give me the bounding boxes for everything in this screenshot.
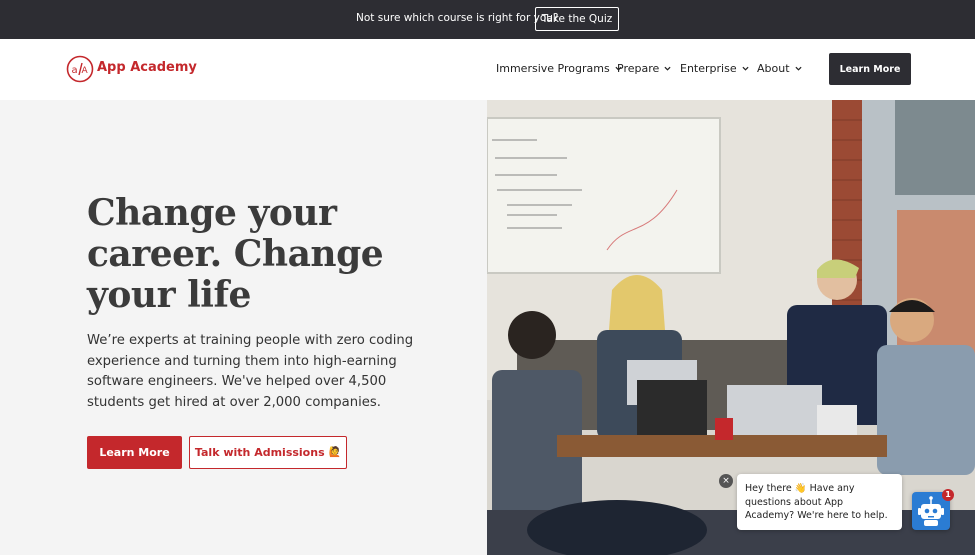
nav-enterprise[interactable]: Enterprise xyxy=(680,62,749,75)
chat-message-bubble[interactable]: Hey there 👋 Have any questions about App… xyxy=(737,474,902,530)
nav-prepare[interactable]: Prepare xyxy=(617,62,671,75)
svg-text:A: A xyxy=(82,66,89,76)
hero-headline: Change your career. Change your life xyxy=(87,192,384,316)
nav-item-label: About xyxy=(757,62,790,75)
nav-immersive-programs[interactable]: Immersive Programs xyxy=(496,62,622,75)
main-nav: a A App Academy Immersive Programs Prepa… xyxy=(0,39,975,100)
nav-about[interactable]: About xyxy=(757,62,802,75)
svg-text:a: a xyxy=(72,65,78,76)
hero-section xyxy=(0,100,487,555)
nav-item-label: Enterprise xyxy=(680,62,737,75)
learn-more-button[interactable]: Learn More xyxy=(87,436,182,469)
nav-item-label: Prepare xyxy=(617,62,660,75)
hero-subtext: We’re experts at training people with ze… xyxy=(87,333,414,410)
logo-icon[interactable]: a A xyxy=(66,55,94,83)
announcement-bar: Not sure which course is right for you? … xyxy=(0,0,975,39)
logo-text[interactable]: App Academy xyxy=(97,60,197,75)
raising-hand-icon: 🙋 xyxy=(328,447,342,458)
talk-with-admissions-label: Talk with Admissions xyxy=(194,446,325,459)
chevron-down-icon xyxy=(664,66,671,71)
notification-badge: 1 xyxy=(942,489,954,501)
close-icon[interactable]: × xyxy=(719,474,733,488)
talk-with-admissions-button[interactable]: Talk with Admissions 🙋 xyxy=(189,436,347,469)
chevron-down-icon xyxy=(742,66,749,71)
take-quiz-button[interactable]: Take the Quiz xyxy=(535,7,619,31)
chevron-down-icon xyxy=(794,66,802,71)
nav-learn-more-button[interactable]: Learn More xyxy=(829,53,911,85)
nav-item-label: Immersive Programs xyxy=(496,62,610,75)
announcement-text: Not sure which course is right for you? xyxy=(356,12,559,24)
